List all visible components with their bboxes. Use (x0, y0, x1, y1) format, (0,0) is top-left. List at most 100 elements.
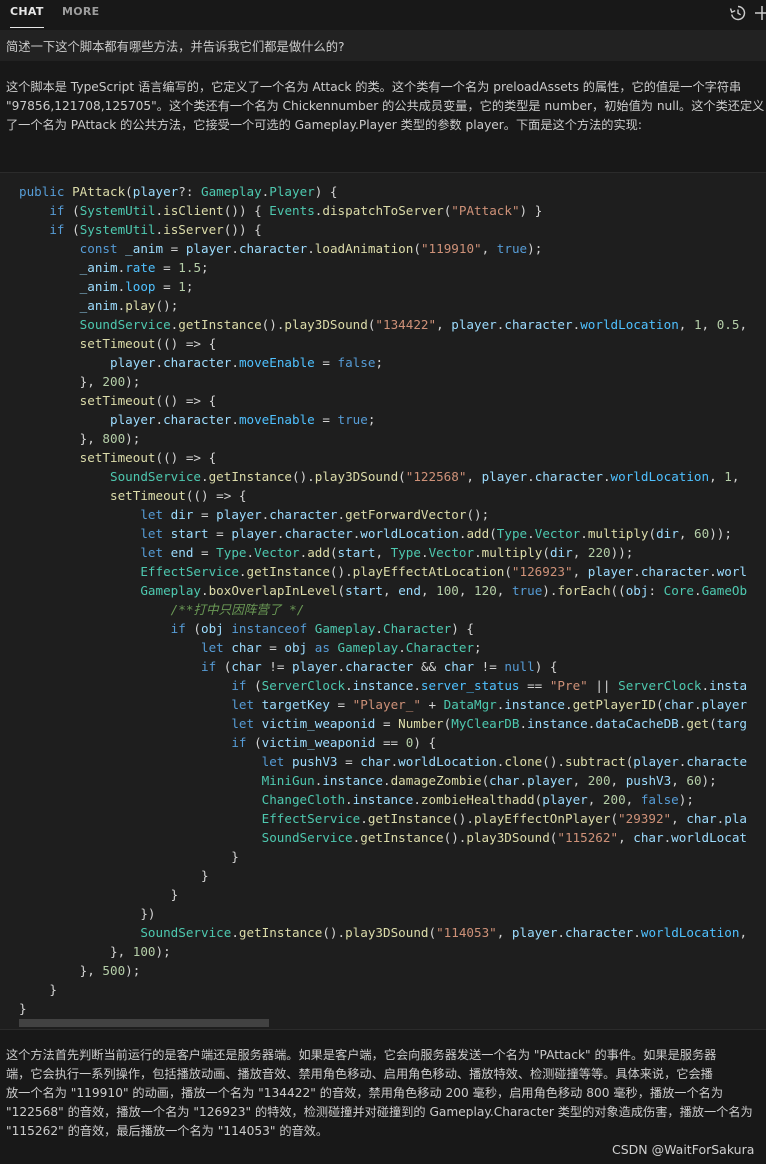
code-line: } (19, 847, 747, 866)
code-token: if (231, 735, 255, 750)
code-token: . (413, 678, 421, 693)
code-token: . (155, 412, 164, 427)
code-token: } (19, 887, 179, 902)
code-token: start (345, 583, 384, 598)
answer-summary-line: "115262" 的音效，最后播放一个名为 "114053" 的音效。 (6, 1124, 329, 1138)
tab-chat[interactable]: CHAT (10, 0, 44, 28)
code-token: play3DSound (466, 830, 550, 845)
code-token: const (79, 241, 126, 256)
code-token: (); (155, 298, 179, 313)
code-token: 60 (694, 526, 710, 541)
code-token: if (170, 621, 194, 636)
code-token: ()) { (223, 203, 270, 218)
code-token: /**打中只因阵营了 */ (170, 602, 305, 617)
code-token: (); (466, 507, 490, 522)
code-token: . (602, 469, 611, 484)
code-token: , (420, 583, 437, 598)
code-token: player (185, 241, 232, 256)
code-token: 200 (602, 792, 626, 807)
code-token: player (292, 659, 338, 674)
code-token: ( (542, 545, 550, 560)
code-token: player (511, 925, 558, 940)
code-token: public (19, 184, 73, 199)
code-token: = (193, 545, 217, 560)
answer-summary-line: "122568" 的音效，播放一个名为 "126923" 的特效，检测碰撞并对碰… (6, 1105, 753, 1119)
code-token: (). (322, 925, 346, 940)
code-token: (). (542, 754, 566, 769)
code-token: add (466, 526, 490, 541)
code-token: DataMgr (443, 697, 497, 712)
user-question: 简述一下这个脚本都有哪些方法，并告诉我它们都是做什么的? (0, 30, 766, 61)
code-token: . (345, 678, 353, 693)
code-token: ServerClock (618, 678, 702, 693)
code-line: public PAttack(player?: Gameplay.Player)… (19, 182, 747, 201)
code-token: . (231, 241, 239, 256)
code-line: let pushV3 = char.worldLocation.clone().… (19, 752, 747, 771)
code-token: = (208, 526, 232, 541)
code-token: worldLocation (360, 526, 459, 541)
plus-icon[interactable] (752, 3, 766, 23)
code-token: (). (451, 811, 474, 826)
code-token: getInstance (360, 830, 444, 845)
code-token: null (504, 659, 535, 674)
code-token: true (337, 412, 368, 427)
code-token: worldLocation (398, 754, 497, 769)
code-token: dir (549, 545, 573, 560)
tab-more[interactable]: MORE (62, 0, 99, 28)
code-token: character (504, 317, 573, 332)
code-line: EffectService.getInstance().playEffectAt… (19, 562, 747, 581)
code-token: . (693, 697, 702, 712)
code-line: if (SystemUtil.isServer()) { (19, 220, 747, 239)
code-token: , (671, 811, 687, 826)
code-token: worldLocation (580, 317, 679, 332)
code-token: } (19, 1001, 27, 1016)
code-token: . (238, 564, 247, 579)
code-token: . (231, 925, 239, 940)
horizontal-scrollbar[interactable] (0, 1018, 766, 1028)
code-token: = (155, 279, 179, 294)
answer-summary-line: 端，它会执行一系列操作，包括播放动画、播放音效、禁用角色移动、启用角色移动、播放… (6, 1067, 713, 1081)
code-token: 200 (587, 773, 611, 788)
code-line: SoundService.getInstance().play3DSound("… (19, 315, 747, 334)
code-token: let (140, 526, 171, 541)
code-token: = (329, 697, 353, 712)
code-token: let (261, 754, 292, 769)
scrollbar-thumb[interactable] (19, 1019, 269, 1027)
code-token: . (382, 773, 391, 788)
code-token: , (572, 773, 588, 788)
code-token: = (314, 355, 338, 370)
code-token: ( (193, 621, 201, 636)
code-token: ) { (413, 735, 437, 750)
code-token: _anim (79, 279, 118, 294)
code-token: moveEnable (238, 355, 315, 370)
code-line: let dir = player.character.getForwardVec… (19, 505, 747, 524)
code-token: + (420, 697, 444, 712)
code-line: }, 100); (19, 942, 747, 961)
code-line: MiniGun.instance.damageZombie(char.playe… (19, 771, 747, 790)
answer-intro-line: 这个脚本是 TypeScript 语言编写的，它定义了一个名为 Attack 的… (6, 80, 742, 94)
code-token: . (307, 241, 315, 256)
code-token: , (458, 583, 475, 598)
code-token: ()) { (223, 222, 262, 237)
code-line: if (char != player.character && char != … (19, 657, 747, 676)
code-token: instance (352, 678, 414, 693)
code-token: end (398, 583, 421, 598)
history-icon[interactable] (728, 3, 748, 23)
code-line: let targetKey = "Player_" + DataMgr.inst… (19, 695, 747, 714)
code-token: _anim (79, 260, 118, 275)
code-token: != (474, 659, 505, 674)
code-line: }, 200); (19, 372, 747, 391)
code-token: isServer (163, 222, 224, 237)
code-token: SystemUtil (79, 203, 156, 218)
code-token: let (231, 716, 262, 731)
code-line: let start = player. character. worldLocati… (19, 524, 747, 543)
